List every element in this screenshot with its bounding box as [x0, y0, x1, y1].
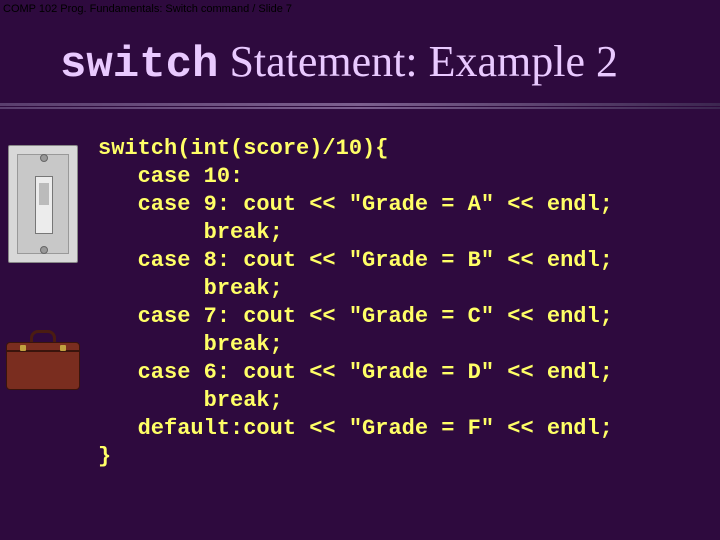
- breadcrumb: COMP 102 Prog. Fundamentals: Switch comm…: [3, 3, 292, 15]
- title-rest: Statement: Example 2: [218, 37, 618, 86]
- light-switch-icon: [8, 145, 78, 263]
- title-underline-shadow: [0, 107, 720, 109]
- briefcase-icon: [6, 328, 80, 390]
- title-keyword: switch: [60, 40, 218, 90]
- title-underline: [0, 103, 720, 106]
- code-block: switch(int(score)/10){ case 10: case 9: …: [98, 135, 613, 471]
- slide-title: switch Statement: Example 2: [0, 28, 720, 103]
